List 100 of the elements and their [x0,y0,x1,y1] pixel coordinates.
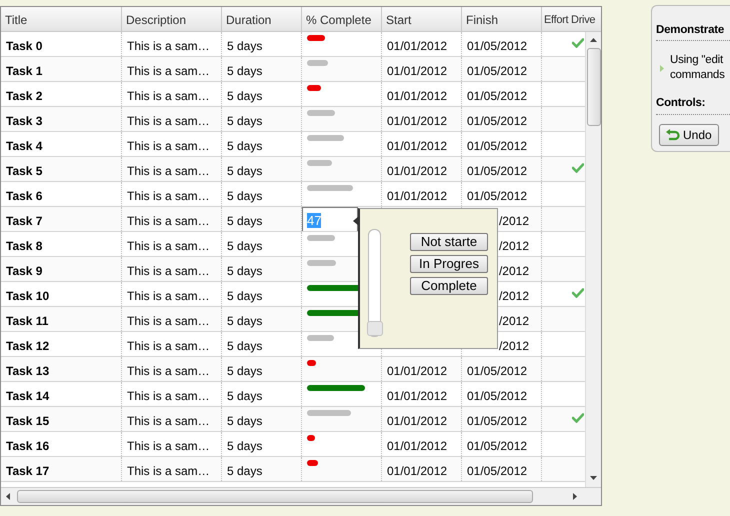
scrollbar-thumb[interactable] [17,490,533,503]
table-cell: 5 days [222,407,302,431]
table-cell: This is a sam… [122,132,222,156]
table-cell: 01/01/2012 [382,82,462,106]
table-cell: 5 days [222,57,302,81]
vertical-scrollbar[interactable] [585,32,601,488]
table-cell: 01/05/2012 [462,32,542,56]
task-title: Task 13 [1,357,122,381]
table-cell: This is a sam… [122,407,222,431]
table-cell: 5 days [222,32,302,56]
table-cell: 5 days [222,107,302,131]
table-cell: 01/05/2012 [462,457,542,481]
column-header[interactable]: Start [382,7,462,31]
table-cell: 5 days [222,257,302,281]
column-header[interactable]: Title [1,7,122,31]
task-title: Task 3 [1,107,122,131]
table-cell: 01/01/2012 [382,157,462,181]
table-cell: 01/05/2012 [462,132,542,156]
table-cell: This is a sam… [122,157,222,181]
table-cell: 5 days [222,132,302,156]
table-cell: This is a sam… [122,82,222,106]
scroll-left-icon[interactable] [6,493,10,500]
table-cell: 01/01/2012 [382,32,462,56]
column-header[interactable]: % Complete [302,7,382,31]
table-cell: 5 days [222,382,302,406]
task-title: Task 9 [1,257,122,281]
scrollbar-thumb[interactable] [587,48,601,126]
table-cell: 5 days [222,357,302,381]
status-button[interactable]: In Progres [410,255,488,273]
table-cell: 01/01/2012 [382,132,462,156]
task-title: Task 11 [1,307,122,331]
task-title: Task 5 [1,157,122,181]
task-title: Task 17 [1,457,122,481]
undo-icon [666,128,680,140]
scroll-down-icon[interactable] [590,476,597,480]
section-title: Controls: [656,95,730,114]
table-cell: This is a sam… [122,457,222,481]
table-cell: This is a sam… [122,232,222,256]
status-button[interactable]: Not starte [410,233,488,251]
table-cell: This is a sam… [122,257,222,281]
table-cell: This is a sam… [122,57,222,81]
list-item: Using "edit commands [670,53,725,84]
table-cell: This is a sam… [122,332,222,356]
task-title: Task 0 [1,32,122,56]
table-cell: 01/05/2012 [462,357,542,381]
task-title: Task 12 [1,332,122,356]
task-title: Task 16 [1,432,122,456]
task-title: Task 15 [1,407,122,431]
table-cell: 5 days [222,232,302,256]
table-cell: 01/05/2012 [462,407,542,431]
table-cell: 5 days [222,457,302,481]
table-cell: 5 days [222,82,302,106]
table-cell: This is a sam… [122,307,222,331]
column-header[interactable]: Finish [462,7,542,31]
table-cell: This is a sam… [122,182,222,206]
table-cell: 01/01/2012 [382,107,462,131]
table-cell: This is a sam… [122,207,222,231]
task-title: Task 4 [1,132,122,156]
table-cell: 5 days [222,432,302,456]
table-cell: This is a sam… [122,107,222,131]
table-cell: 01/05/2012 [462,432,542,456]
scroll-up-icon[interactable] [590,38,597,42]
status-button[interactable]: Complete [410,277,488,295]
task-title: Task 8 [1,232,122,256]
table-cell: 01/05/2012 [462,157,542,181]
table-cell: 01/01/2012 [382,382,462,406]
section-title: Demonstrate [656,22,730,42]
task-title: Task 10 [1,282,122,306]
task-title: Task 7 [1,207,122,231]
slider-thumb[interactable] [367,321,383,336]
table-cell: 5 days [222,332,302,356]
table-cell: This is a sam… [122,382,222,406]
table-cell: 01/01/2012 [382,407,462,431]
column-header[interactable]: Duration [222,7,302,31]
task-title: Task 14 [1,382,122,406]
table-cell: 5 days [222,182,302,206]
table-cell: 01/01/2012 [382,57,462,81]
task-title: Task 1 [1,57,122,81]
scroll-right-icon[interactable] [573,493,577,500]
table-cell: 01/01/2012 [382,357,462,381]
table-cell: 01/05/2012 [462,57,542,81]
task-title: Task 6 [1,182,122,206]
table-cell: This is a sam… [122,357,222,381]
table-cell: 5 days [222,307,302,331]
table-cell: 5 days [222,282,302,306]
table-cell: This is a sam… [122,32,222,56]
column-header[interactable]: Effort Drive [542,7,601,31]
column-header[interactable]: Description [122,7,222,31]
table-cell: 01/05/2012 [462,107,542,131]
slider[interactable] [368,229,381,337]
table-cell: This is a sam… [122,282,222,306]
horizontal-scrollbar[interactable] [1,487,601,505]
table-cell: 01/01/2012 [382,457,462,481]
table-cell: 01/05/2012 [462,82,542,106]
task-title: Task 2 [1,82,122,106]
table-cell: This is a sam… [122,432,222,456]
table-cell: 01/05/2012 [462,182,542,206]
table-cell: 01/01/2012 [382,182,462,206]
bullet-icon [660,64,664,72]
undo-button[interactable]: Undo [659,124,719,146]
